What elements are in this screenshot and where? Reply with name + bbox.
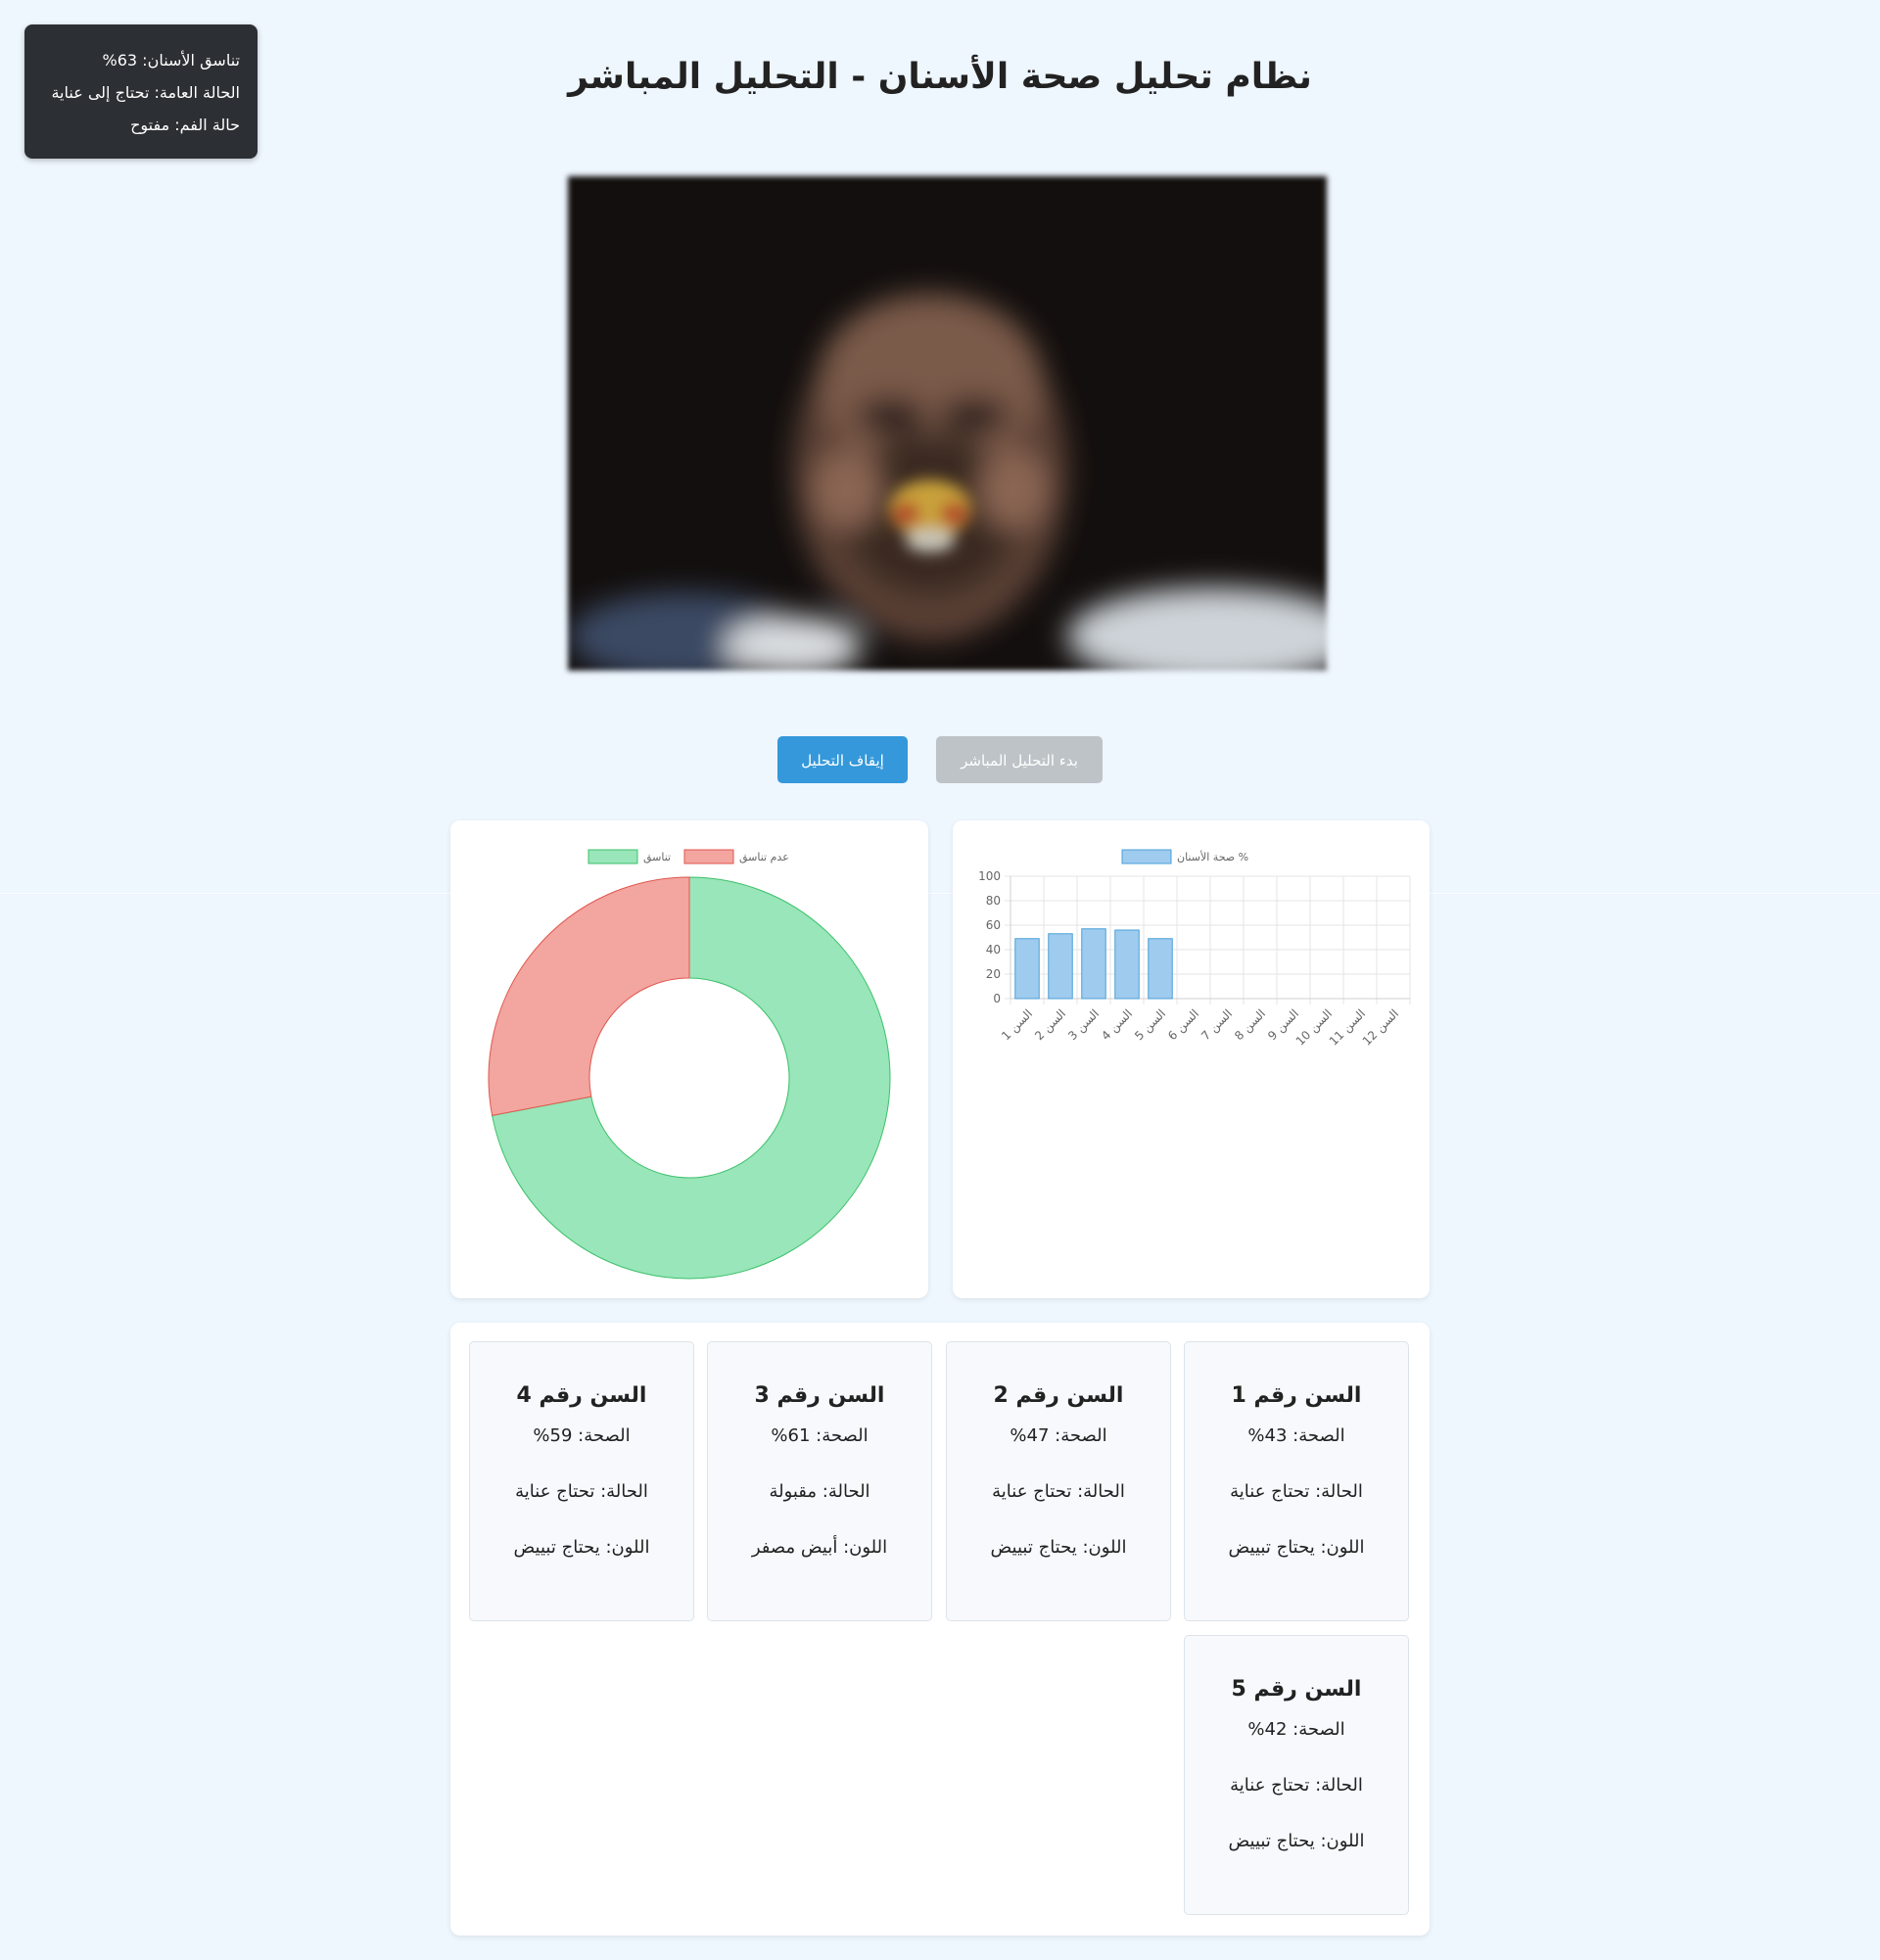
coherence-chart-card: تناسق عدم تناسق [450, 820, 928, 1298]
y-tick-label: 80 [986, 894, 1001, 908]
health-chart-card: صحة الأسنان % 0 20 40 60 80 100 السن 1 السن 2 الس… [953, 820, 1430, 1298]
legend-label: عدم تناسق [739, 851, 789, 864]
legend-label: تناسق [643, 851, 671, 864]
camera-feed [568, 176, 1327, 671]
bar [1048, 933, 1073, 1000]
x-tick-label: السن 12 [1360, 1006, 1402, 1049]
x-tick-label: السن 5 [1132, 1006, 1169, 1044]
y-tick-label: 20 [986, 967, 1001, 981]
x-tick-label: السن 3 [1065, 1006, 1103, 1044]
legend-swatch [588, 849, 638, 864]
bar [1114, 929, 1140, 1000]
tooth-card: السن رقم 3 الصحة: 61% الحالة: مقبولة اللون:… [707, 1341, 932, 1621]
y-tick-label: 0 [993, 992, 1001, 1005]
divider-line [0, 893, 1880, 894]
x-tick-label: السن 1 [999, 1006, 1036, 1044]
x-tick-label: السن 7 [1198, 1006, 1236, 1044]
mouth-status-text: حالة الفم: مفتوح [130, 116, 240, 134]
doughnut-slice [488, 876, 690, 1116]
stop-analysis-button[interactable]: إيقاف التحليل [777, 736, 908, 783]
bar [1014, 938, 1040, 1000]
tooth-health: الصحة: 42% [1247, 1719, 1345, 1740]
x-tick-label: السن 8 [1232, 1006, 1269, 1044]
tooth-title: السن رقم 3 [754, 1383, 885, 1408]
tooth-health: الصحة: 47% [1010, 1425, 1107, 1446]
tooth-color: اللون: يحتاج تبييض [513, 1537, 650, 1558]
y-tick-label: 100 [978, 869, 1001, 883]
tooth-title: السن رقم 4 [516, 1383, 647, 1408]
tooth-title: السن رقم 2 [993, 1383, 1124, 1408]
tooth-status: الحالة: تحتاج عناية [515, 1481, 648, 1502]
start-analysis-button[interactable]: بدء التحليل المباشر [936, 736, 1103, 783]
page-title: نظام تحليل صحة الأسنان - التحليل المباشر [568, 57, 1312, 97]
tooth-color: اللون: يحتاج تبييض [1228, 1831, 1365, 1851]
tooth-status: الحالة: تحتاج عناية [1230, 1775, 1363, 1796]
tooth-color: اللون: أبيض مصفر [751, 1537, 888, 1558]
tooth-title: السن رقم 1 [1231, 1383, 1362, 1408]
controls: إيقاف التحليل بدء التحليل المباشر [0, 736, 1880, 783]
y-tick-label: 40 [986, 943, 1001, 957]
y-tick-label: 60 [986, 918, 1001, 932]
tooth-title: السن رقم 5 [1231, 1677, 1362, 1702]
bar [1081, 928, 1106, 1000]
tooth-health: الصحة: 61% [771, 1425, 869, 1446]
tooth-status: الحالة: تحتاج عناية [1230, 1481, 1363, 1502]
tooth-card: السن رقم 5 الصحة: 42% الحالة: تحتاج عناية ا… [1184, 1635, 1409, 1915]
x-tick-label: السن 11 [1327, 1006, 1369, 1049]
bar [1148, 938, 1173, 1000]
legend-swatch [1121, 849, 1172, 864]
tooth-health: الصحة: 59% [533, 1425, 631, 1446]
tooth-status: الحالة: مقبولة [769, 1481, 870, 1502]
x-tick-label: السن 10 [1293, 1006, 1336, 1049]
tooth-card: السن رقم 4 الصحة: 59% الحالة: تحتاج عناية ا… [469, 1341, 694, 1621]
tooth-color: اللون: يحتاج تبييض [990, 1537, 1127, 1558]
x-tick-label: السن 2 [1032, 1006, 1069, 1044]
camera-image [568, 176, 1327, 671]
x-tick-label: السن 6 [1165, 1006, 1202, 1044]
tooth-color: اللون: يحتاج تبييض [1228, 1537, 1365, 1558]
tooth-health: الصحة: 43% [1247, 1425, 1345, 1446]
legend-swatch [683, 849, 734, 864]
tooth-card: السن رقم 2 الصحة: 47% الحالة: تحتاج عناية ا… [946, 1341, 1171, 1621]
coherence-doughnut-chart: تناسق عدم تناسق [488, 849, 891, 1280]
legend-label: صحة الأسنان % [1177, 850, 1248, 863]
x-tick-label: السن 4 [1099, 1006, 1136, 1044]
tooth-card: السن رقم 1 الصحة: 43% الحالة: تحتاج عناية ا… [1184, 1341, 1409, 1621]
health-bar-chart: صحة الأسنان %020406080100السن 1السن 2الس… [978, 849, 1411, 1049]
teeth-details-card: السن رقم 1 الصحة: 43% الحالة: تحتاج عناية ا… [450, 1323, 1430, 1936]
tooth-status: الحالة: تحتاج عناية [992, 1481, 1125, 1502]
